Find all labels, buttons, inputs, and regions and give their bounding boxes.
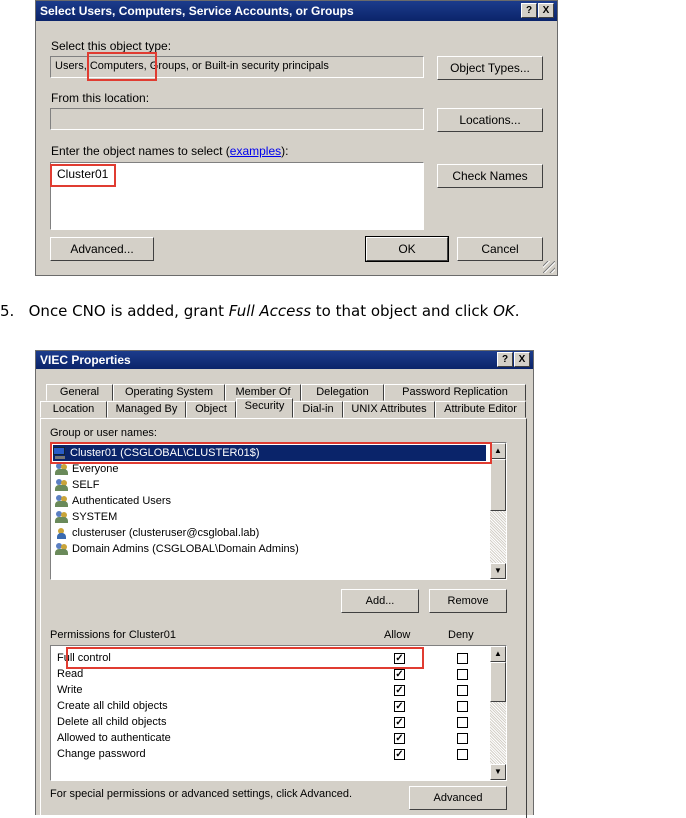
scroll-down-icon[interactable]: ▼ [490, 563, 506, 579]
group-icon [55, 511, 69, 524]
deny-header: Deny [448, 629, 474, 641]
perm-create-child: Create all child objects [57, 700, 168, 712]
perm-list-scrollbar[interactable]: ▲ ▼ [490, 646, 506, 780]
deny-checkbox[interactable] [457, 701, 468, 712]
scroll-thumb[interactable] [490, 459, 506, 511]
add-button[interactable]: Add... [341, 589, 419, 613]
deny-checkbox[interactable] [457, 717, 468, 728]
group-item-clusteruser[interactable]: clusteruser (clusteruser@csglobal.lab) [55, 525, 259, 541]
viec-properties-dialog: VIEC Properties ? X General Operating Sy… [35, 350, 534, 818]
advanced-button-2[interactable]: Advanced [409, 786, 507, 810]
highlight-cluster01-entry [50, 442, 492, 464]
allow-checkbox[interactable]: ✓ [394, 749, 405, 760]
deny-checkbox[interactable] [457, 685, 468, 696]
user-icon [55, 527, 69, 540]
highlight-cluster01 [50, 164, 116, 187]
dialog-title: Select Users, Computers, Service Account… [36, 1, 557, 21]
object-types-button[interactable]: Object Types... [437, 56, 543, 80]
allow-checkbox[interactable]: ✓ [394, 717, 405, 728]
group-item-domain-admins[interactable]: Domain Admins (CSGLOBAL\Domain Admins) [55, 541, 299, 557]
close-button[interactable]: X [538, 3, 554, 18]
cancel-button[interactable]: Cancel [457, 237, 543, 261]
deny-checkbox[interactable] [457, 733, 468, 744]
group-icon [55, 479, 69, 492]
ok-button[interactable]: OK [365, 236, 449, 262]
object-type-users: Users [55, 60, 84, 72]
tab-operating-system[interactable]: Operating System [113, 384, 225, 401]
tab-delegation[interactable]: Delegation [301, 384, 384, 401]
deny-checkbox[interactable] [457, 749, 468, 760]
object-type-rest: Groups, or Built-in security principals [146, 60, 329, 72]
perm-change-password: Change password [57, 748, 146, 760]
group-icon [55, 463, 69, 476]
group-item-system[interactable]: SYSTEM [55, 509, 117, 525]
scroll-down-icon[interactable]: ▼ [490, 764, 506, 780]
perm-allowed-authenticate: Allowed to authenticate [57, 732, 171, 744]
tab-general[interactable]: General [46, 384, 113, 401]
scroll-thumb[interactable] [490, 662, 506, 702]
perm-write: Write [57, 684, 83, 696]
allow-checkbox[interactable]: ✓ [394, 685, 405, 696]
tab-attribute-editor[interactable]: Attribute Editor [435, 401, 526, 418]
examples-link[interactable]: examples [230, 144, 281, 158]
dialog2-title: VIEC Properties [36, 351, 533, 369]
group-item-authenticated-users[interactable]: Authenticated Users [55, 493, 171, 509]
group-item-self[interactable]: SELF [55, 477, 100, 493]
object-type-label: Select this object type: [51, 39, 172, 53]
locations-button[interactable]: Locations... [437, 108, 543, 132]
group-label: Group or user names: [50, 427, 157, 439]
tab-object[interactable]: Object [186, 401, 236, 418]
scroll-up-icon[interactable]: ▲ [490, 443, 506, 459]
remove-button[interactable]: Remove [429, 589, 507, 613]
group-icon [55, 543, 69, 556]
check-names-button[interactable]: Check Names [437, 164, 543, 188]
select-users-dialog: Select Users, Computers, Service Account… [35, 0, 558, 276]
advanced-button[interactable]: Advanced... [50, 237, 154, 261]
close-button-2[interactable]: X [514, 352, 530, 367]
deny-checkbox[interactable] [457, 653, 468, 664]
scroll-up-icon[interactable]: ▲ [490, 646, 506, 662]
special-permissions-text: For special permissions or advanced sett… [50, 788, 353, 800]
permissions-label: Permissions for Cluster01 [50, 629, 176, 641]
allow-header: Allow [384, 629, 411, 641]
allow-checkbox[interactable]: ✓ [394, 669, 405, 680]
highlight-full-control [66, 647, 424, 669]
tab-location[interactable]: Location [40, 401, 107, 418]
group-icon [55, 495, 69, 508]
allow-checkbox[interactable]: ✓ [394, 701, 405, 712]
group-list-scrollbar[interactable]: ▲ ▼ [490, 443, 506, 579]
resize-grip[interactable] [543, 261, 555, 273]
tab-unix-attributes[interactable]: UNIX Attributes [343, 401, 435, 418]
help-button[interactable]: ? [521, 3, 537, 18]
names-label: Enter the object names to select (exampl… [51, 144, 289, 158]
location-field [50, 108, 424, 130]
tab-security[interactable]: Security [236, 398, 293, 418]
perm-delete-child: Delete all child objects [57, 716, 167, 728]
location-label: From this location: [51, 91, 150, 105]
step-instruction: 5. Once CNO is added, grant Full Access … [0, 302, 520, 320]
tab-password-replication[interactable]: Password Replication [384, 384, 526, 401]
deny-checkbox[interactable] [457, 669, 468, 680]
help-button-2[interactable]: ? [497, 352, 513, 367]
tab-dial-in[interactable]: Dial-in [293, 401, 343, 418]
highlight-computers [87, 52, 157, 81]
tab-managed-by[interactable]: Managed By [107, 401, 186, 418]
allow-checkbox[interactable]: ✓ [394, 733, 405, 744]
